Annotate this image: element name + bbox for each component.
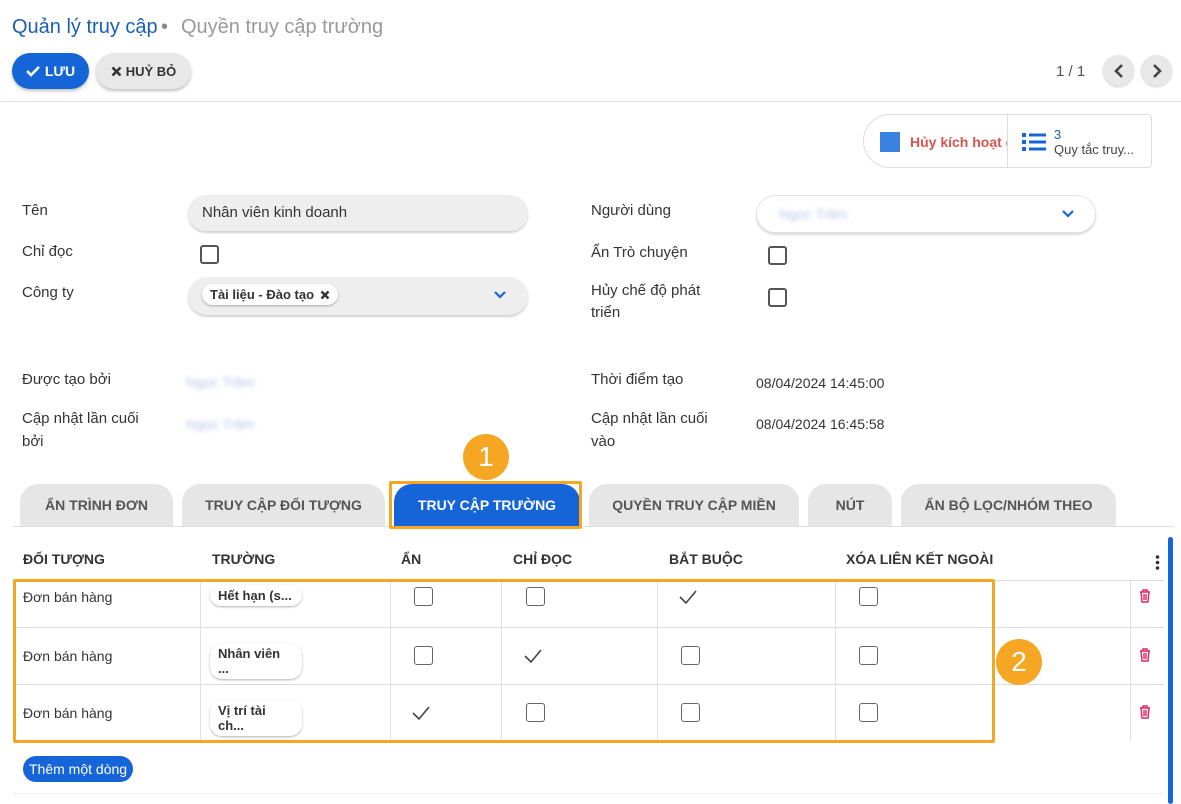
column-header-object[interactable]: ĐỐI TƯỢNG xyxy=(23,551,105,567)
list-icon xyxy=(1022,133,1046,151)
pager-next-button[interactable] xyxy=(1141,55,1172,86)
tab-highlight-box xyxy=(389,481,582,529)
name-input-value: Nhân viên kinh doanh xyxy=(202,204,348,221)
tab-object-access[interactable]: TRUY CẬP ĐỐI TƯỢNG xyxy=(182,484,385,526)
name-input[interactable]: Nhân viên kinh doanh xyxy=(188,195,528,231)
tab-domain-access[interactable]: QUYỀN TRUY CẬP MIỀN xyxy=(589,484,799,526)
company-field[interactable]: Tài liệu - Đào tạo xyxy=(188,277,528,315)
readonly-checkbox[interactable] xyxy=(200,245,219,264)
user-select-value: Ngọc Trâm xyxy=(779,206,848,222)
cancel-button[interactable]: HUỶ BỎ xyxy=(96,53,191,89)
rules-label: Quy tắc truy... xyxy=(1054,142,1134,157)
deactivate-access-button[interactable]: Hủy kích hoạt quyền xyxy=(864,115,1009,167)
updated-at-value: 08/04/2024 16:45:58 xyxy=(756,416,885,432)
tab-hide-filters[interactable]: ẨN BỘ LỌC/NHÓM THEO xyxy=(901,484,1116,526)
tab-label: ẨN BỘ LỌC/NHÓM THEO xyxy=(924,497,1093,513)
hide-chat-label: Ẩn Trò chuyện xyxy=(591,244,688,261)
table-footer-divider xyxy=(12,793,1164,794)
disable-dev-checkbox[interactable] xyxy=(768,288,787,307)
breadcrumb-current: Quyền truy cập trường xyxy=(181,16,384,38)
tab-hide-menu[interactable]: ẨN TRÌNH ĐƠN xyxy=(20,484,173,526)
hide-chat-checkbox[interactable] xyxy=(768,246,787,265)
chevron-right-icon xyxy=(1152,63,1162,78)
readonly-label: Chỉ đọc xyxy=(22,243,73,260)
company-tag-label: Tài liệu - Đào tạo xyxy=(210,287,315,302)
company-tag: Tài liệu - Đào tạo xyxy=(202,284,339,305)
tab-label: QUYỀN TRUY CẬP MIỀN xyxy=(612,497,776,513)
tabs-divider xyxy=(12,526,1174,527)
pager-value[interactable]: 1 / 1 xyxy=(1056,63,1085,80)
column-header-remove-link[interactable]: XÓA LIÊN KẾT NGOÀI xyxy=(846,551,993,567)
pager-previous-button[interactable] xyxy=(1103,55,1134,86)
column-header-field[interactable]: TRƯỜNG xyxy=(212,551,275,567)
column-options-icon[interactable] xyxy=(1155,555,1160,570)
chevron-down-icon xyxy=(494,291,506,299)
deactivate-label: Hủy kích hoạt quyền xyxy=(910,134,1009,150)
close-icon xyxy=(111,66,122,76)
created-at-label: Thời điểm tạo xyxy=(591,371,684,388)
tab-label: ẨN TRÌNH ĐƠN xyxy=(45,497,148,513)
user-label: Người dùng xyxy=(591,202,671,219)
chevron-left-icon xyxy=(1113,63,1123,78)
updated-by-label: Cập nhật lần cuối bởi xyxy=(22,410,139,450)
cancel-button-label: HUỶ BỎ xyxy=(125,63,177,79)
breadcrumb-parent-link[interactable]: Quản lý truy cập xyxy=(12,16,158,39)
check-icon xyxy=(25,66,40,77)
rules-count: 3 xyxy=(1054,127,1062,142)
name-label: Tên xyxy=(22,202,48,219)
breadcrumb-separator: • xyxy=(161,16,169,38)
tab-label: NÚT xyxy=(835,497,865,513)
updated-by-value[interactable]: Ngọc Trâm xyxy=(186,416,254,432)
column-header-required[interactable]: BẮT BUỘC xyxy=(669,551,743,567)
header-divider xyxy=(0,101,1181,102)
user-select[interactable]: Ngọc Trâm xyxy=(756,195,1096,233)
trash-icon[interactable] xyxy=(1139,589,1151,603)
save-button[interactable]: LƯU xyxy=(12,53,89,89)
save-button-label: LƯU xyxy=(44,63,76,79)
trash-icon[interactable] xyxy=(1139,648,1151,662)
smart-button-group: Hủy kích hoạt quyền 3 Quy tắc truy... xyxy=(863,114,1152,168)
column-header-readonly[interactable]: CHỈ ĐỌC xyxy=(513,551,572,567)
tab-label: TRUY CẬP ĐỐI TƯỢNG xyxy=(205,497,362,513)
company-label: Công ty xyxy=(22,284,74,301)
toggle-square-icon xyxy=(880,132,900,152)
add-line-button[interactable]: Thêm một dòng xyxy=(23,756,134,782)
annotation-badge-1: 1 xyxy=(463,434,509,480)
disable-dev-label: Hủy chế độ phát triển xyxy=(591,282,701,321)
vertical-scrollbar[interactable] xyxy=(1168,537,1173,804)
created-by-label: Được tạo bởi xyxy=(22,371,111,388)
updated-at-label: Cập nhật lần cuối vào xyxy=(591,410,708,450)
column-header-hidden[interactable]: ẨN xyxy=(401,551,421,567)
rows-highlight-box xyxy=(13,579,995,743)
created-by-value[interactable]: Ngọc Trâm xyxy=(186,374,254,390)
remove-tag-icon[interactable] xyxy=(320,290,330,300)
created-at-value: 08/04/2024 14:45:00 xyxy=(756,375,885,391)
access-rules-button[interactable]: 3 Quy tắc truy... xyxy=(1007,115,1151,167)
annotation-badge-2: 2 xyxy=(996,639,1042,685)
tab-buttons[interactable]: NÚT xyxy=(808,484,892,526)
chevron-down-icon xyxy=(1062,210,1074,218)
trash-icon[interactable] xyxy=(1139,705,1151,719)
